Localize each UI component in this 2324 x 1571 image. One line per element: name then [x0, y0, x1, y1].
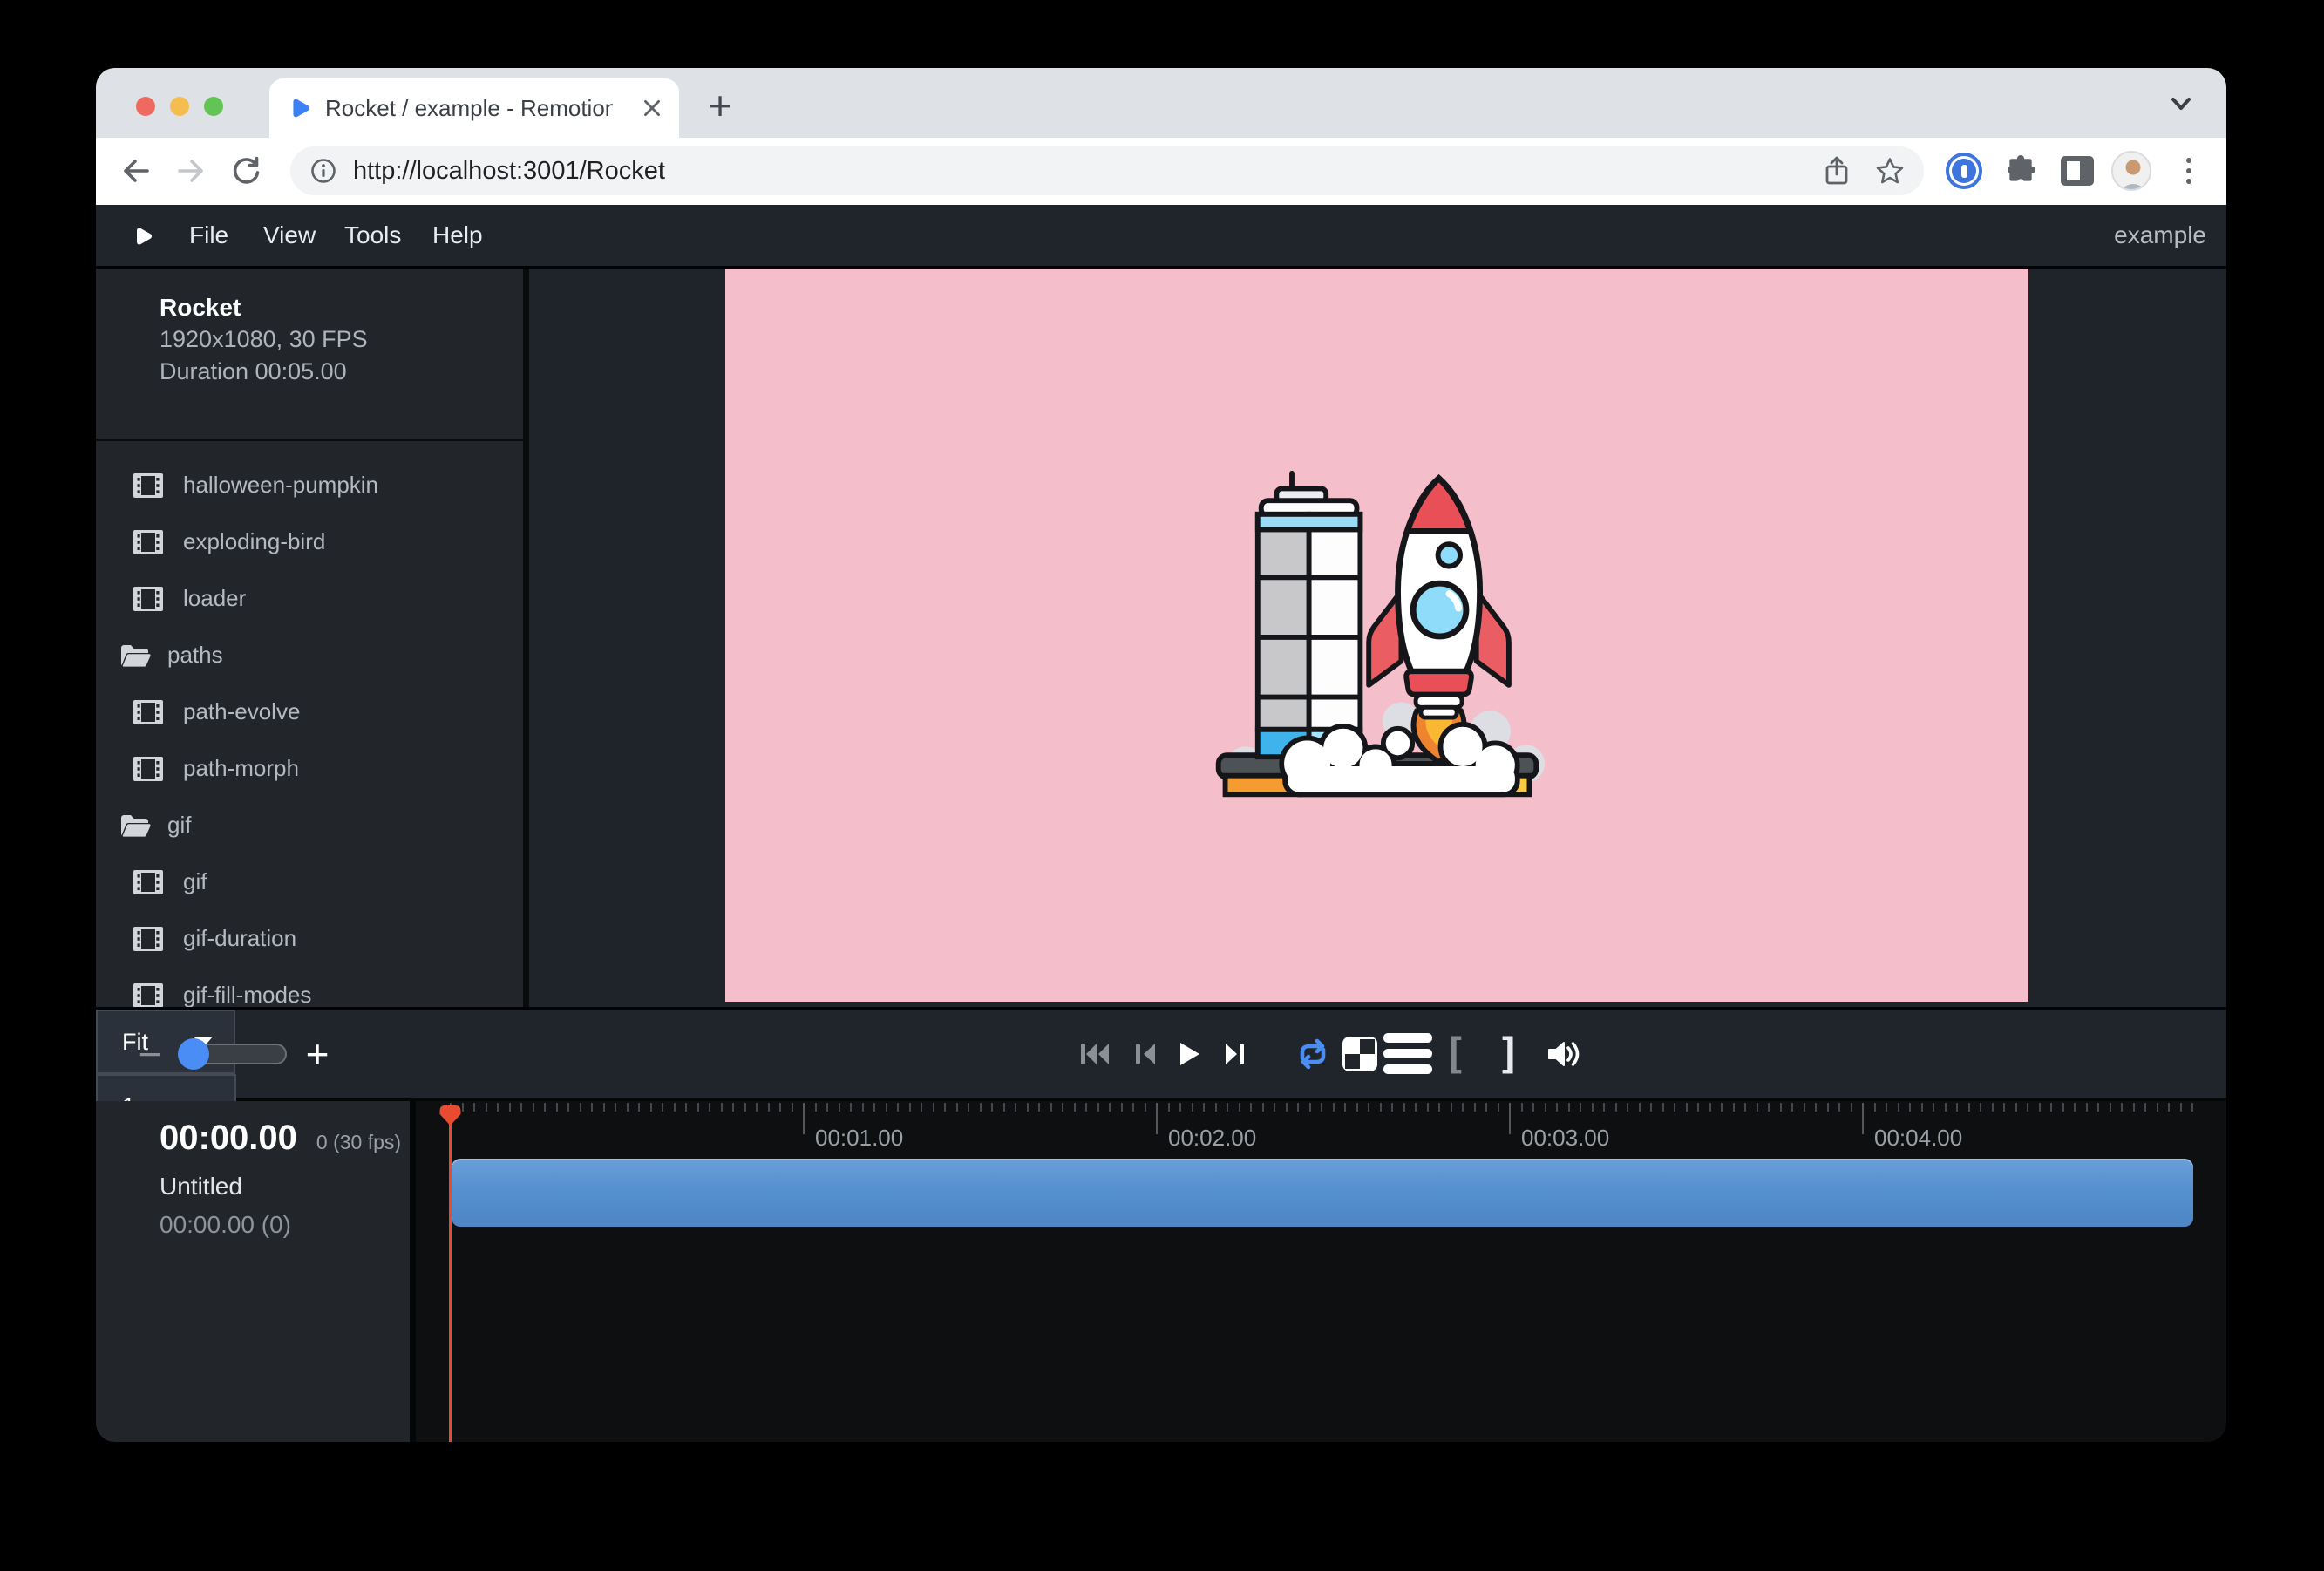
- sidebar-composition-item[interactable]: loader: [96, 570, 523, 627]
- sidebar-composition-item[interactable]: path-evolve: [96, 683, 523, 740]
- film-icon: [133, 529, 163, 555]
- video-preview-frame: [725, 269, 2028, 1002]
- folder-open-icon: [119, 643, 151, 669]
- timeline-zoom-out-button[interactable]: −: [131, 1010, 169, 1098]
- minimize-window-button[interactable]: [170, 97, 189, 116]
- skip-to-start-button[interactable]: [1071, 1010, 1120, 1098]
- timeline-ruler[interactable]: 00:01.0000:02.0000:03.0000:04.00: [450, 1101, 2226, 1153]
- menu-help[interactable]: Help: [432, 205, 483, 266]
- timeline: 00:01.0000:02.0000:03.0000:04.00 00:00.0…: [96, 1101, 2226, 1442]
- film-icon: [133, 756, 163, 782]
- timeline-rows-icon[interactable]: [1383, 1010, 1432, 1098]
- rocket-illustration: [1206, 465, 1548, 806]
- new-tab-button[interactable]: +: [697, 83, 743, 128]
- set-in-point-button[interactable]: [: [1430, 1010, 1479, 1098]
- playhead-marker[interactable]: [437, 1103, 464, 1126]
- sidebar-composition-item[interactable]: gif-duration: [96, 910, 523, 967]
- composition-list: halloween-pumpkin exploding-bird: [96, 457, 523, 1007]
- tab-close-icon[interactable]: [639, 95, 665, 121]
- address-bar[interactable]: http://localhost:3001/Rocket: [290, 146, 1924, 195]
- sidebar-composition-item[interactable]: paths: [96, 627, 523, 683]
- film-icon: [133, 926, 163, 952]
- composition-duration: Duration 00:05.00: [160, 356, 368, 388]
- sidebar-composition-item[interactable]: exploding-bird: [96, 513, 523, 570]
- timeline-left-panel: 00:00.00 0 (30 fps) Untitled 00:00.00 (0…: [96, 1101, 416, 1442]
- sidebar-composition-item[interactable]: halloween-pumpkin: [96, 457, 523, 513]
- timeline-zoom-slider[interactable]: [179, 1044, 287, 1064]
- extensions-puzzle-icon[interactable]: [2001, 151, 2041, 191]
- url-text[interactable]: http://localhost:3001/Rocket: [353, 157, 665, 186]
- browser-menu-kebab-icon[interactable]: [2169, 151, 2209, 191]
- sidebar-canvas-divider[interactable]: [523, 269, 529, 1007]
- main-area: Rocket 1920x1080, 30 FPS Duration 00:05.…: [96, 269, 2226, 1007]
- film-icon: [133, 473, 163, 499]
- folder-open-icon: [119, 813, 151, 839]
- player-controls-bar: − + Fit 1x: [96, 1007, 2226, 1101]
- reload-icon[interactable]: [228, 153, 263, 188]
- 1password-extension-icon[interactable]: [1944, 151, 1984, 191]
- current-timecode: 00:00.00: [160, 1119, 297, 1158]
- sidebar-composition-item[interactable]: gif: [96, 854, 523, 910]
- transparency-checkerboard-icon[interactable]: [1335, 1010, 1384, 1098]
- window-controls: [136, 97, 223, 116]
- play-button[interactable]: [1165, 1010, 1213, 1098]
- share-icon[interactable]: [1823, 156, 1851, 186]
- remotion-logo-icon[interactable]: [133, 223, 153, 249]
- tab-strip: Rocket / example - Remotion P +: [96, 68, 2226, 138]
- track-timecode: 00:00.00 (0): [160, 1211, 291, 1239]
- skip-to-end-button[interactable]: [1211, 1010, 1260, 1098]
- compositions-sidebar: Rocket 1920x1080, 30 FPS Duration 00:05.…: [96, 269, 523, 1007]
- previous-frame-button[interactable]: [1121, 1010, 1170, 1098]
- composition-name: Rocket: [160, 291, 368, 323]
- menu-file[interactable]: File: [189, 205, 228, 266]
- page-info-icon[interactable]: [309, 157, 337, 185]
- preview-canvas-area: [529, 269, 2226, 1007]
- current-frame-label: 0 (30 fps): [316, 1131, 401, 1154]
- film-icon: [133, 586, 163, 612]
- sidebar-composition-item[interactable]: gif: [96, 797, 523, 854]
- remotion-menubar: File View Tools Help example: [96, 205, 2226, 269]
- playhead-line: [449, 1105, 452, 1442]
- film-icon: [133, 699, 163, 725]
- zoom-window-button[interactable]: [204, 97, 223, 116]
- back-icon[interactable]: [119, 153, 153, 188]
- menu-tools[interactable]: Tools: [344, 205, 401, 266]
- profile-avatar[interactable]: [2111, 151, 2151, 191]
- browser-tab[interactable]: Rocket / example - Remotion P: [269, 78, 679, 138]
- bookmark-star-icon[interactable]: [1875, 156, 1905, 186]
- composition-info: Rocket 1920x1080, 30 FPS Duration 00:05.…: [160, 291, 368, 388]
- side-panel-icon[interactable]: [2057, 151, 2097, 191]
- tab-search-chevron-icon[interactable]: [2165, 91, 2197, 117]
- close-window-button[interactable]: [136, 97, 155, 116]
- sidebar-composition-item[interactable]: gif-fill-modes: [96, 967, 523, 1007]
- remotion-favicon-icon: [289, 97, 311, 119]
- browser-window: Rocket / example - Remotion P + http://l…: [96, 68, 2226, 1442]
- timeline-zoom-in-button[interactable]: +: [298, 1010, 336, 1098]
- zoom-slider-thumb[interactable]: [178, 1038, 209, 1070]
- browser-toolbar: http://localhost:3001/Rocket: [96, 138, 2226, 205]
- film-icon: [133, 869, 163, 895]
- composition-resolution: 1920x1080, 30 FPS: [160, 323, 368, 356]
- set-out-point-button[interactable]: ]: [1485, 1010, 1533, 1098]
- sidebar-divider: [96, 439, 523, 441]
- forward-icon[interactable]: [173, 153, 208, 188]
- project-name-label: example: [2114, 205, 2206, 266]
- timeline-track-untitled[interactable]: [452, 1159, 2193, 1227]
- track-name: Untitled: [160, 1173, 242, 1200]
- loop-toggle-icon[interactable]: [1288, 1010, 1337, 1098]
- film-icon: [133, 983, 163, 1008]
- tab-title: Rocket / example - Remotion P: [325, 95, 613, 122]
- sidebar-composition-item[interactable]: path-morph: [96, 740, 523, 797]
- volume-icon[interactable]: [1539, 1010, 1588, 1098]
- menu-view[interactable]: View: [263, 205, 316, 266]
